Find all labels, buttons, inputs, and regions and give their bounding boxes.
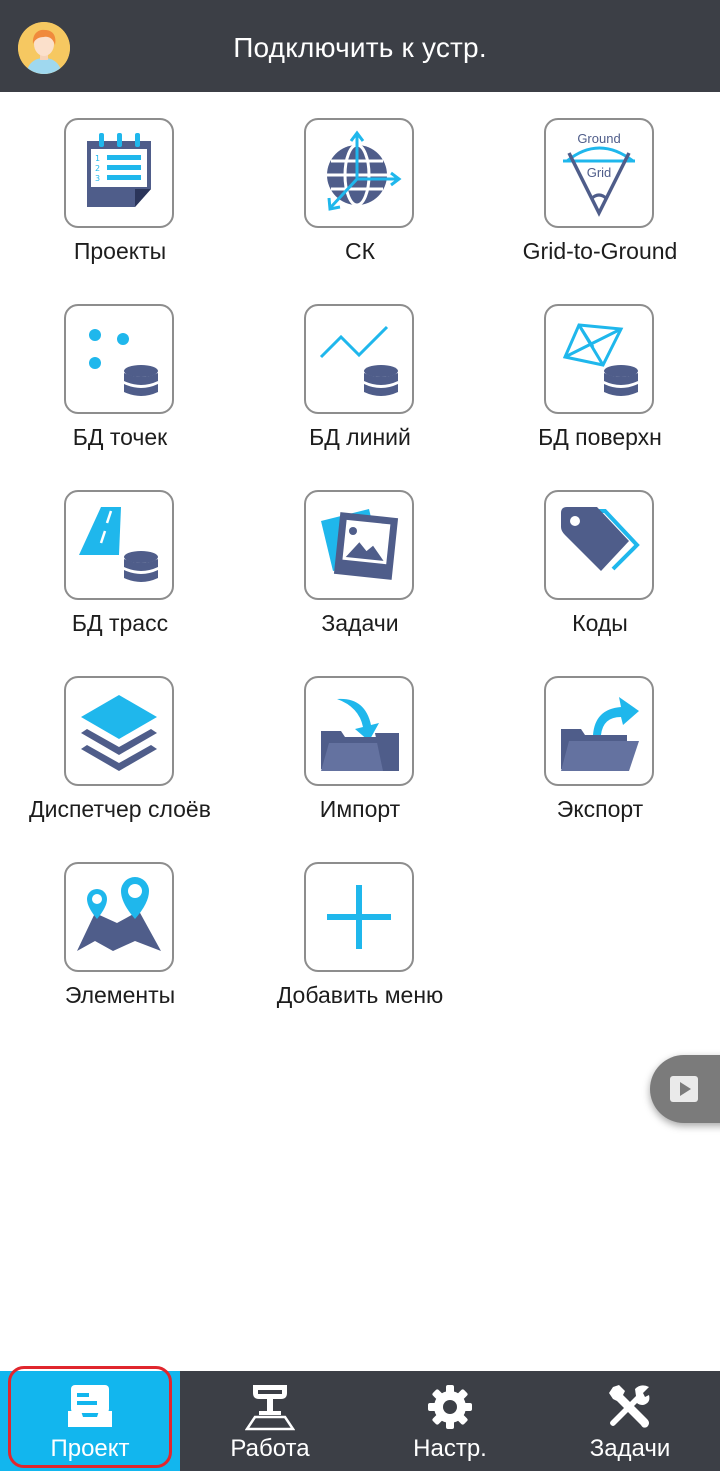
tile-import[interactable]: Импорт (240, 650, 480, 836)
svg-text:2: 2 (95, 164, 100, 173)
tile-roads-db[interactable]: БД трасс (0, 464, 240, 650)
tile-icon-box (304, 118, 414, 228)
tile-label: Диспетчер слоёв (29, 796, 211, 822)
import-folder-icon (321, 698, 399, 771)
tile-icon-box (544, 490, 654, 600)
tile-add-menu[interactable]: Добавить меню (240, 836, 480, 1022)
tile-icon-box (544, 676, 654, 786)
map-pins-icon (77, 877, 161, 951)
pictures-icon (321, 509, 399, 580)
nav-label: Задачи (589, 1435, 671, 1462)
plus-icon (327, 885, 391, 949)
tile-icon-box (64, 490, 174, 600)
tile-label: Элементы (64, 982, 176, 1008)
tile-label: Экспорт (556, 796, 644, 822)
tile-icon-box: Ground Grid (544, 118, 654, 228)
projects-calendar-icon: 1 2 3 (87, 133, 151, 207)
project-tray-icon (68, 1385, 112, 1427)
tile-label: Проекты (73, 238, 167, 264)
top-bar: Подключить к устр. (0, 0, 720, 92)
tile-icon-box (304, 304, 414, 414)
tile-grid-to-ground[interactable]: Ground Grid Grid-to-Ground (480, 92, 720, 278)
tile-tasks[interactable]: Задачи (240, 464, 480, 650)
icon-text-ground: Ground (577, 131, 620, 146)
grid-to-ground-icon: Ground Grid (563, 131, 635, 217)
export-folder-icon (561, 697, 639, 771)
tile-label: Задачи (321, 610, 399, 636)
tile-label: БД поверхн (538, 424, 662, 450)
nav-tab-tasks[interactable]: Задачи (540, 1371, 720, 1471)
tile-icon-box (304, 862, 414, 972)
floating-video-button[interactable] (650, 1055, 720, 1123)
nav-label: Работа (230, 1435, 310, 1462)
tile-label: СК (344, 238, 375, 264)
tile-icon-box (64, 304, 174, 414)
tile-projects[interactable]: 1 2 3 Проекты (0, 92, 240, 278)
nav-label: Настр. (413, 1435, 487, 1462)
nav-tab-settings[interactable]: Настр. (360, 1371, 540, 1471)
nav-tab-work[interactable]: Работа (180, 1371, 360, 1471)
tile-icon-box (64, 862, 174, 972)
tile-lines-db[interactable]: БД линий (240, 278, 480, 464)
tile-codes[interactable]: Коды (480, 464, 720, 650)
tile-icon-box (304, 676, 414, 786)
surface-database-icon (562, 323, 638, 396)
tools-icon (609, 1385, 650, 1428)
points-database-icon (89, 329, 158, 396)
icon-text-grid: Grid (587, 165, 612, 180)
tag-icon (561, 507, 640, 571)
gear-icon (428, 1385, 472, 1429)
tile-label: Grid-to-Ground (522, 238, 678, 264)
bottom-navigation: Проект Работа Настр. Задачи (0, 1371, 720, 1471)
coordinate-system-globe-icon (327, 130, 402, 211)
tile-label: БД линий (309, 424, 411, 450)
nav-tab-project[interactable]: Проект (0, 1371, 180, 1471)
tile-label: БД трасс (71, 610, 169, 636)
roads-database-icon (79, 507, 158, 582)
tile-icon-box (304, 490, 414, 600)
tile-label: Коды (572, 610, 628, 636)
tile-icon-box: 1 2 3 (64, 118, 174, 228)
tile-label: БД точек (72, 424, 168, 450)
tile-icon-box (64, 676, 174, 786)
tile-label: Импорт (319, 796, 401, 822)
svg-text:1: 1 (95, 154, 100, 163)
tile-layer-manager[interactable]: Диспетчер слоёв (0, 650, 240, 836)
gnss-receiver-icon (245, 1385, 295, 1431)
tile-export[interactable]: Экспорт (480, 650, 720, 836)
layers-icon (81, 695, 157, 771)
play-video-icon (670, 1076, 698, 1102)
app-root: Подключить к устр. 1 2 3 Проекты СК Grou… (0, 0, 720, 1471)
tile-surface-db[interactable]: БД поверхн (480, 278, 720, 464)
tile-icon-box (544, 304, 654, 414)
nav-label: Проект (50, 1435, 130, 1462)
tile-coordinate-system[interactable]: СК (240, 92, 480, 278)
svg-text:3: 3 (95, 174, 100, 183)
page-title[interactable]: Подключить к устр. (0, 32, 720, 64)
tile-points-db[interactable]: БД точек (0, 278, 240, 464)
lines-database-icon (319, 325, 398, 396)
tile-elements[interactable]: Элементы (0, 836, 240, 1022)
tile-label: Добавить меню (276, 982, 444, 1008)
